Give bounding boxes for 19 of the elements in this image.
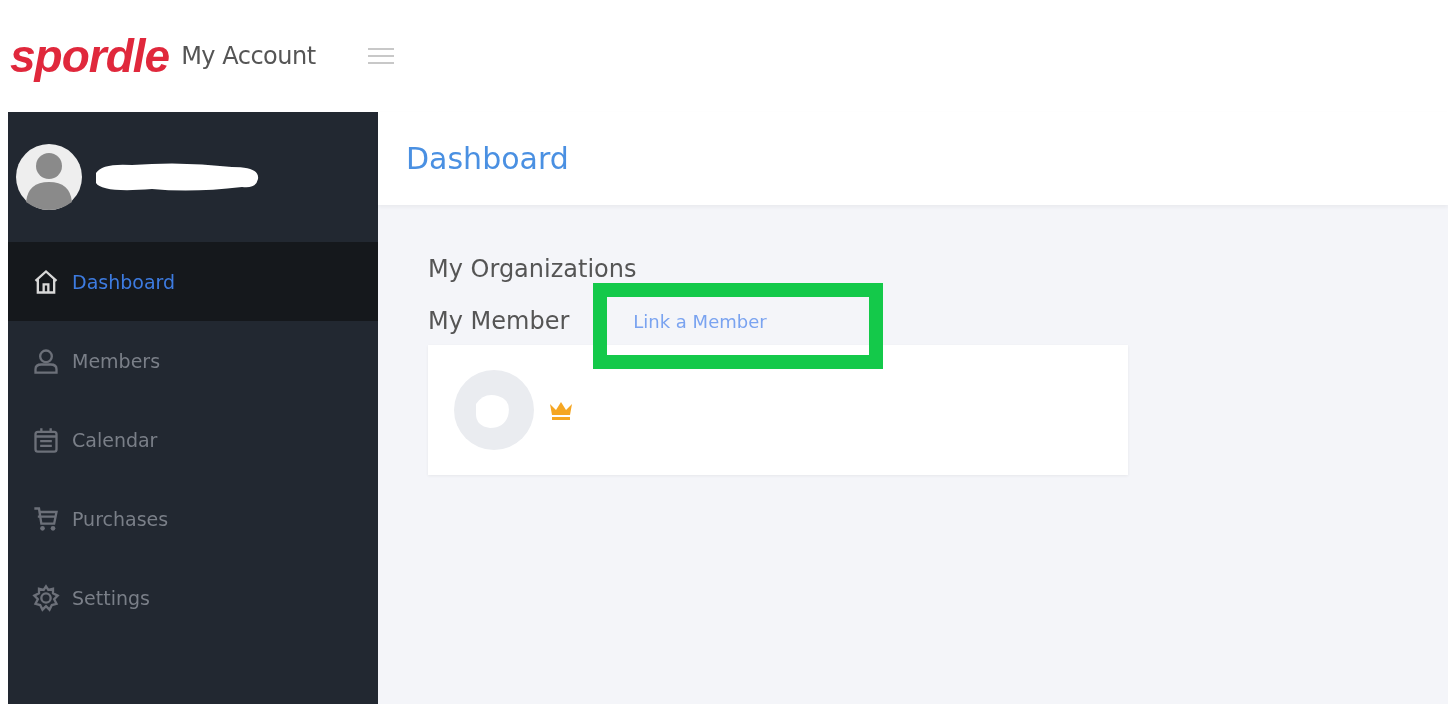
sidebar-item[interactable]: Settings: [8, 558, 378, 637]
logo: spordle: [10, 29, 170, 83]
member-card[interactable]: [428, 345, 1128, 475]
section-heading: My Member: [428, 307, 570, 335]
gear-icon: [32, 583, 60, 612]
sidebar-item[interactable]: Dashboard: [8, 242, 378, 321]
sidebar-item[interactable]: Purchases: [8, 479, 378, 558]
link-member-link[interactable]: Link a Member: [633, 310, 767, 332]
home-icon: [32, 267, 60, 296]
section-heading: My Organizations: [428, 255, 638, 283]
cart-icon: [32, 504, 60, 533]
sidebar-item[interactable]: Calendar: [8, 400, 378, 479]
menu-icon[interactable]: [367, 46, 394, 66]
calendar-icon: [32, 425, 60, 454]
sidebar-item[interactable]: Members: [8, 321, 378, 400]
person-icon: [32, 346, 60, 375]
app-title: My Account: [181, 42, 316, 70]
avatar-icon: [16, 144, 82, 210]
page-title: Dashboard: [406, 141, 569, 176]
